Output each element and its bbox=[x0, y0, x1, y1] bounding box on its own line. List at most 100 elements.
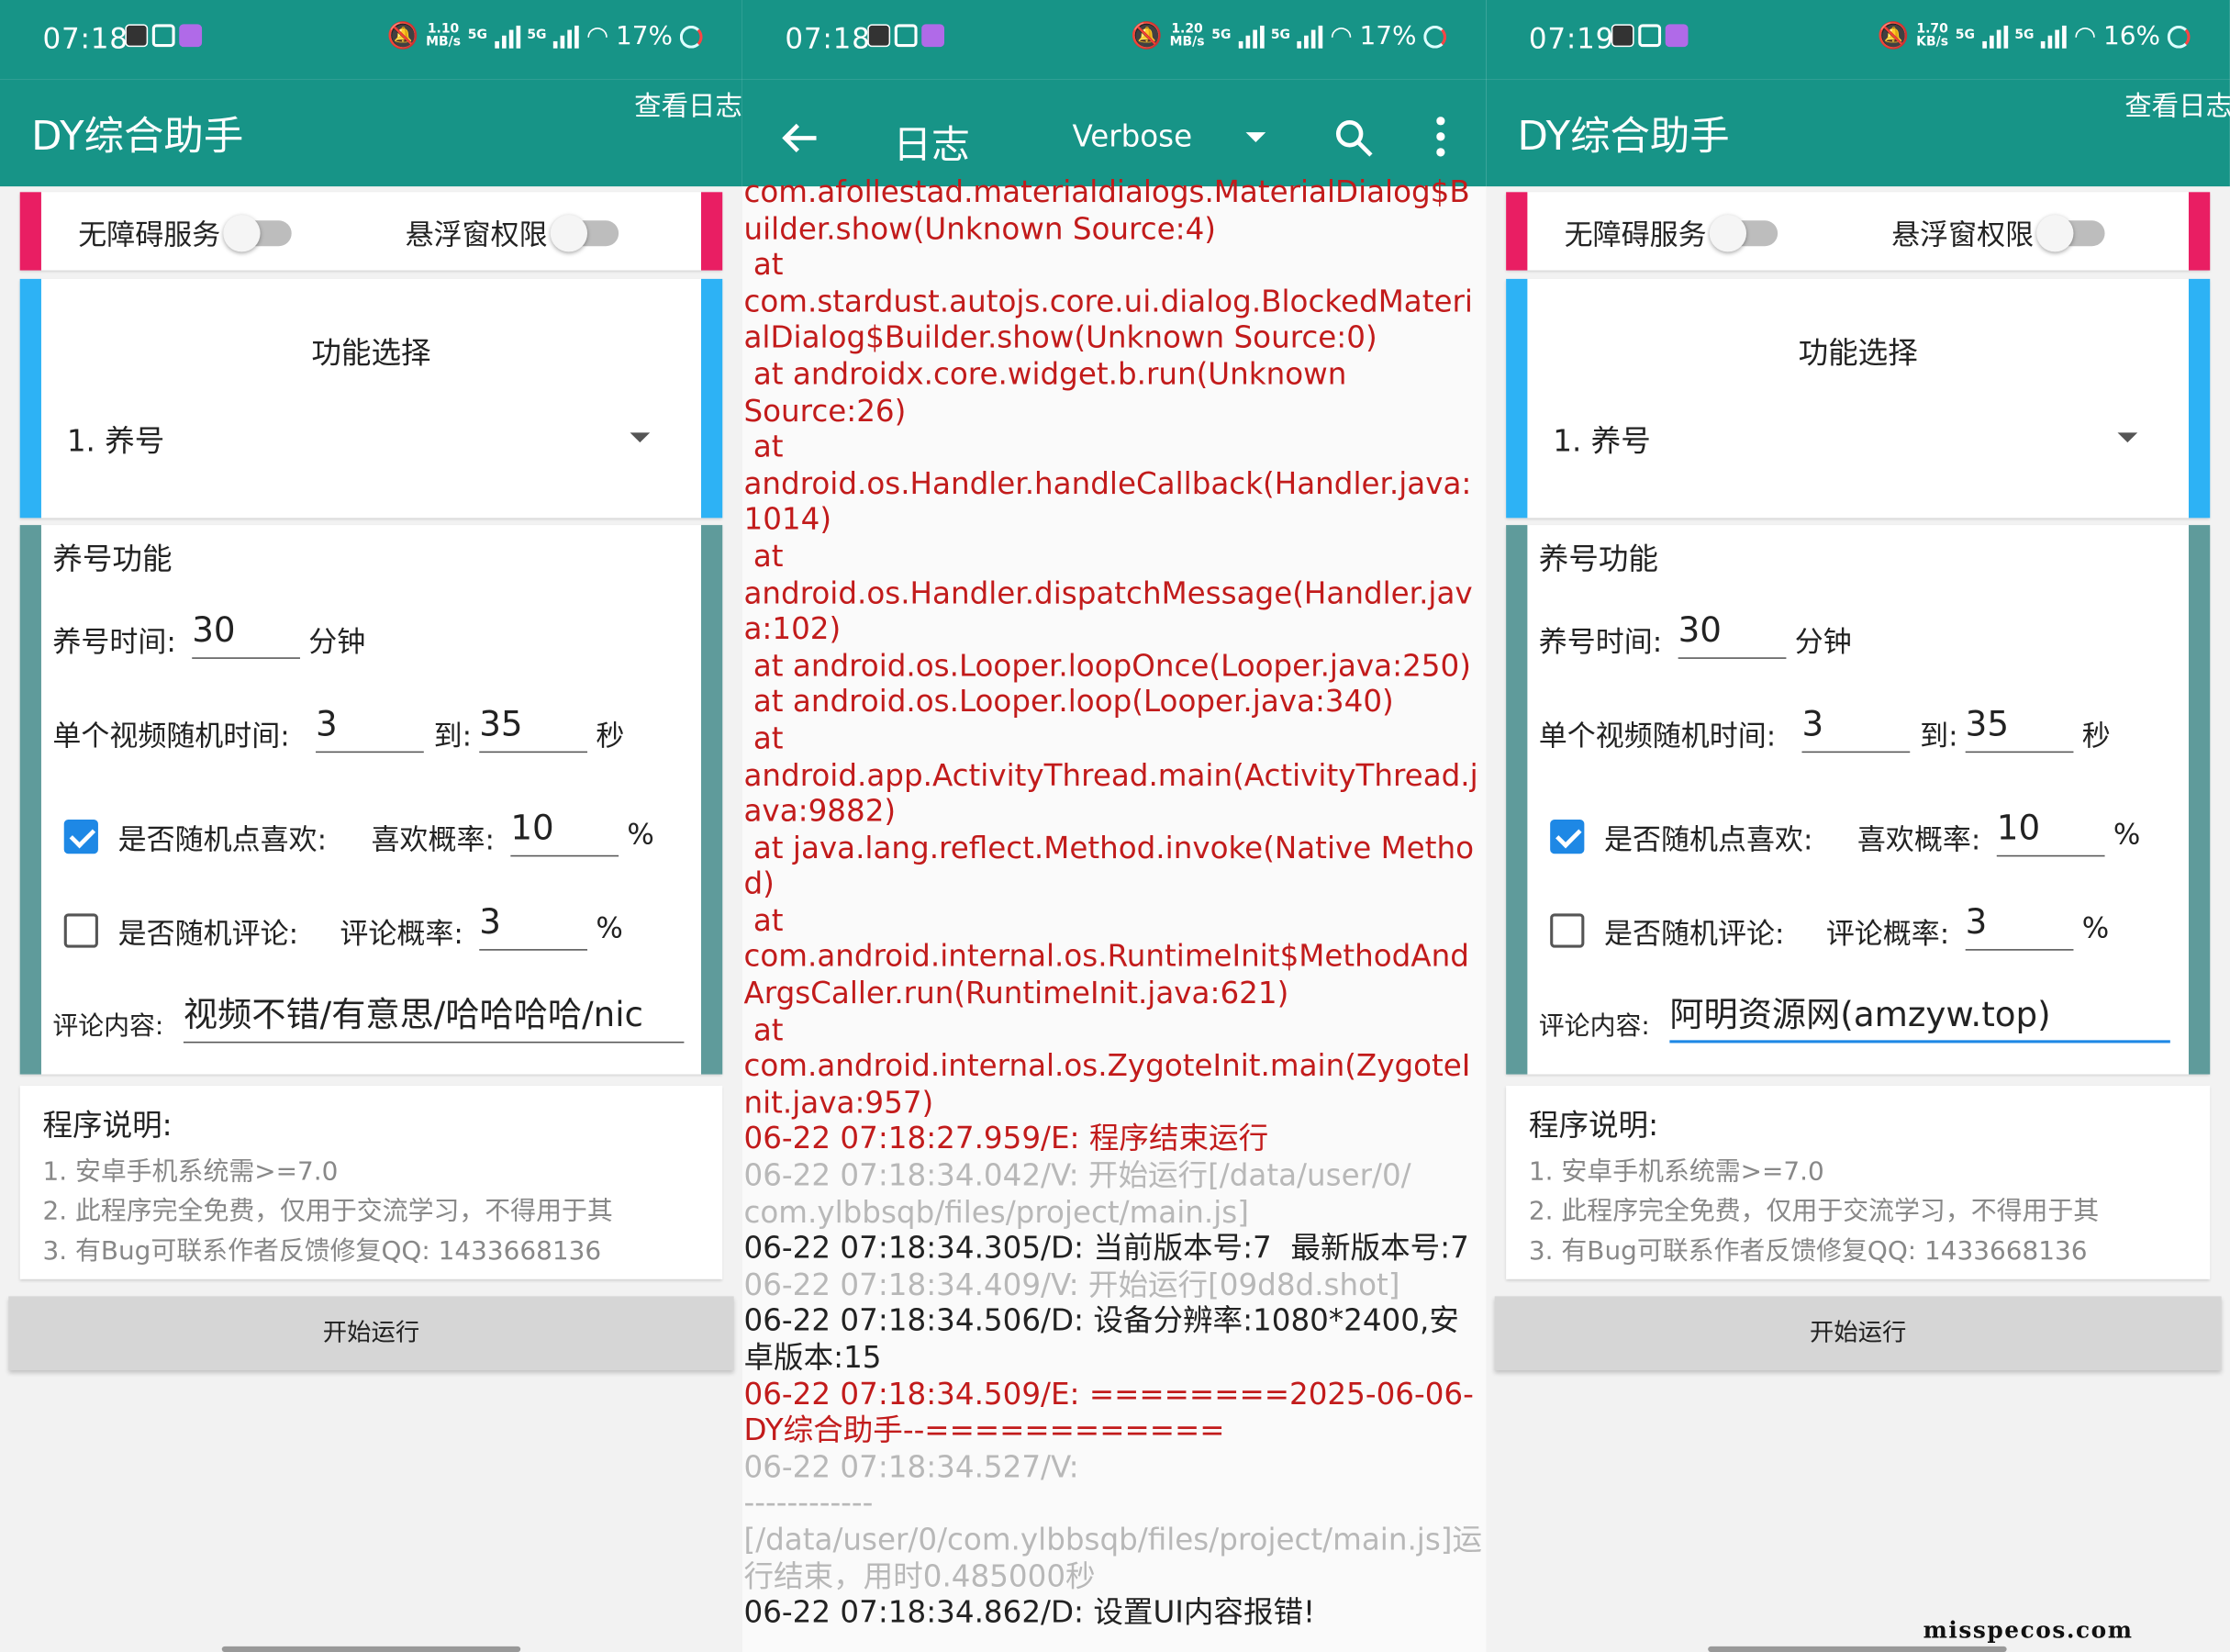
settings-card: 养号功能 养号时间: 30 分钟 单个视频随机时间: 3 到: 35 秒 是否随… bbox=[19, 525, 723, 1075]
signal-icon bbox=[1238, 25, 1265, 48]
log-line: at com.stardust.autojs.core.ui.dialog.Bl… bbox=[743, 248, 1473, 355]
overlay-switch[interactable] bbox=[550, 214, 619, 251]
duration-input[interactable]: 30 bbox=[192, 610, 300, 659]
random-from-input[interactable]: 3 bbox=[1801, 704, 1911, 753]
comment-label: 是否随机评论: bbox=[1604, 916, 1785, 951]
random-to-input[interactable]: 35 bbox=[1965, 704, 2074, 753]
comment-prob-label: 评论概率: bbox=[1825, 916, 1950, 951]
network-type: 5G bbox=[1955, 28, 1975, 43]
like-prob-input[interactable]: 10 bbox=[510, 809, 619, 857]
log-line: at com.android.internal.os.ZygoteInit.ma… bbox=[743, 1012, 1471, 1120]
net-speed-unit: MB/s bbox=[1169, 34, 1205, 50]
status-time: 07:19 bbox=[1528, 21, 1615, 56]
status-indicators: 🔕 1.70 KB/s 5G 5G ◠ 16% bbox=[1878, 21, 2191, 51]
net-speed-unit: KB/s bbox=[1916, 34, 1949, 50]
comment-prob-unit: % bbox=[2081, 910, 2110, 945]
comment-checkbox[interactable] bbox=[1550, 913, 1585, 948]
gesture-bar[interactable] bbox=[1708, 1646, 2007, 1652]
random-to-label: 到: bbox=[433, 718, 473, 753]
watermark: misspecos.com bbox=[1923, 1616, 2134, 1644]
log-line: com.afollestad.materialdialogs.MaterialD… bbox=[743, 174, 1470, 246]
accessibility-toggle[interactable]: 无障碍服务 bbox=[1565, 212, 1778, 253]
main-screen-2: 07:19 🔕 1.70 KB/s 5G 5G ◠ 16% DY综合助手 查看日志 bbox=[1486, 0, 2230, 1652]
log-line: at android.os.Looper.loop(Looper.java:34… bbox=[743, 685, 1394, 720]
overlay-toggle[interactable]: 悬浮窗权限 bbox=[406, 212, 619, 253]
note-line: 3. 有Bug可联系作者反馈修复QQ: 1433668136 bbox=[42, 1236, 602, 1267]
chevron-down-icon[interactable] bbox=[2117, 432, 2138, 443]
chevron-down-icon[interactable] bbox=[630, 432, 651, 443]
wifi-icon: ◠ bbox=[2073, 21, 2097, 51]
accessibility-toggle[interactable]: 无障碍服务 bbox=[78, 212, 292, 253]
note-line: 3. 有Bug可联系作者反馈修复QQ: 1433668136 bbox=[1528, 1236, 2088, 1267]
mute-bell-icon: 🔕 bbox=[1131, 21, 1163, 51]
app-bar: DY综合助手 查看日志 bbox=[0, 79, 742, 187]
log-line: 06-22 07:18:34.409/V: 开始运行[09d8d.shot] bbox=[743, 1267, 1400, 1302]
log-line: at com.android.internal.os.RuntimeInit$M… bbox=[743, 903, 1469, 1010]
comment-prob-input[interactable]: 3 bbox=[1965, 902, 2074, 951]
note-line: 1. 安卓手机系统需>=7.0 bbox=[1528, 1156, 1824, 1188]
signal-icon-2 bbox=[553, 25, 580, 48]
log-title: 日志 bbox=[893, 123, 970, 168]
duration-input[interactable]: 30 bbox=[1678, 610, 1787, 659]
random-from-input[interactable]: 3 bbox=[316, 704, 424, 753]
status-bar: 07:19 🔕 1.70 KB/s 5G 5G ◠ 16% bbox=[1486, 0, 2230, 80]
function-select[interactable]: 1. 养号 bbox=[67, 419, 164, 462]
signal-icon bbox=[1981, 25, 2008, 48]
overlay-label: 悬浮窗权限 bbox=[1891, 218, 2035, 252]
overlay-switch[interactable] bbox=[2036, 214, 2105, 251]
app-notification-icon bbox=[151, 24, 175, 48]
wifi-icon: ◠ bbox=[585, 21, 609, 51]
overlay-label: 悬浮窗权限 bbox=[405, 218, 548, 252]
log-app-bar: 日志 Verbose bbox=[741, 79, 1487, 187]
battery-icon bbox=[2167, 25, 2191, 48]
gesture-bar[interactable] bbox=[221, 1646, 521, 1652]
avatar-notification-icon bbox=[867, 24, 891, 48]
net-speed: 1.10 MB/s bbox=[426, 23, 462, 50]
like-prob-unit: % bbox=[627, 816, 654, 852]
like-prob-unit: % bbox=[2113, 816, 2141, 852]
log-list[interactable]: com.afollestad.materialdialogs.MaterialD… bbox=[742, 175, 1486, 1652]
comment-checkbox[interactable] bbox=[63, 913, 98, 948]
overlay-toggle[interactable]: 悬浮窗权限 bbox=[1891, 212, 2105, 253]
log-level-select[interactable]: Verbose bbox=[1072, 119, 1192, 153]
app-purple-notification-icon bbox=[179, 24, 203, 48]
function-select[interactable]: 1. 养号 bbox=[1553, 419, 1650, 462]
more-vert-icon[interactable] bbox=[1436, 117, 1445, 157]
like-checkbox[interactable] bbox=[1550, 820, 1585, 854]
view-log-button[interactable]: 查看日志 bbox=[2124, 85, 2230, 124]
like-checkbox[interactable] bbox=[63, 820, 98, 854]
search-icon[interactable] bbox=[1334, 118, 1374, 158]
signal-icon-2 bbox=[1297, 25, 1323, 48]
net-speed-unit: MB/s bbox=[426, 34, 462, 50]
comment-content-input[interactable]: 阿明资源网(amzyw.top) bbox=[1669, 995, 2170, 1044]
notification-icons bbox=[867, 24, 945, 48]
comment-prob-unit: % bbox=[596, 910, 623, 945]
notes-title: 程序说明: bbox=[42, 1108, 173, 1143]
chevron-down-icon[interactable] bbox=[1245, 132, 1266, 143]
start-button[interactable]: 开始运行 bbox=[8, 1296, 734, 1371]
log-line: 06-22 07:18:34.509/E: ========2025-06-06… bbox=[743, 1377, 1474, 1448]
status-bar: 07:18 🔕 1.20 MB/s 5G 5G ◠ 17% bbox=[741, 0, 1487, 80]
log-line: at androidx.core.widget.b.run(Unknown So… bbox=[743, 357, 1347, 428]
log-line: at android.os.Looper.loopOnce(Looper.jav… bbox=[743, 648, 1471, 683]
wifi-icon: ◠ bbox=[1330, 21, 1353, 51]
comment-prob-input[interactable]: 3 bbox=[479, 902, 588, 951]
comment-content-input[interactable]: 视频不错/有意思/哈哈哈哈/nic bbox=[183, 995, 685, 1044]
log-line: 06-22 07:18:34.506/D: 设备分辨率:1080*2400,安卓… bbox=[743, 1303, 1459, 1375]
view-log-button[interactable]: 查看日志 bbox=[634, 85, 742, 124]
start-button[interactable]: 开始运行 bbox=[1494, 1296, 2222, 1371]
arrow-back-icon[interactable] bbox=[782, 122, 819, 153]
random-to-input[interactable]: 35 bbox=[479, 704, 588, 753]
accessibility-switch[interactable] bbox=[223, 214, 292, 251]
app-purple-notification-icon bbox=[921, 24, 945, 48]
signal-icon bbox=[494, 25, 520, 48]
log-line: 06-22 07:18:34.042/V: 开始运行[/data/user/0/… bbox=[743, 1158, 1411, 1229]
accessibility-switch[interactable] bbox=[1709, 214, 1778, 251]
network-type-2: 5G bbox=[527, 28, 547, 43]
like-prob-input[interactable]: 10 bbox=[1996, 809, 2105, 857]
app-notification-icon bbox=[894, 24, 918, 48]
notes-card: 程序说明: 1. 安卓手机系统需>=7.0 2. 此程序完全免费，仅用于交流学习… bbox=[1506, 1085, 2211, 1279]
log-line: at android.os.Handler.handleCallback(Han… bbox=[743, 430, 1472, 538]
network-type: 5G bbox=[467, 28, 487, 43]
notes-card: 程序说明: 1. 安卓手机系统需>=7.0 2. 此程序完全免费，仅用于交流学习… bbox=[19, 1085, 723, 1279]
